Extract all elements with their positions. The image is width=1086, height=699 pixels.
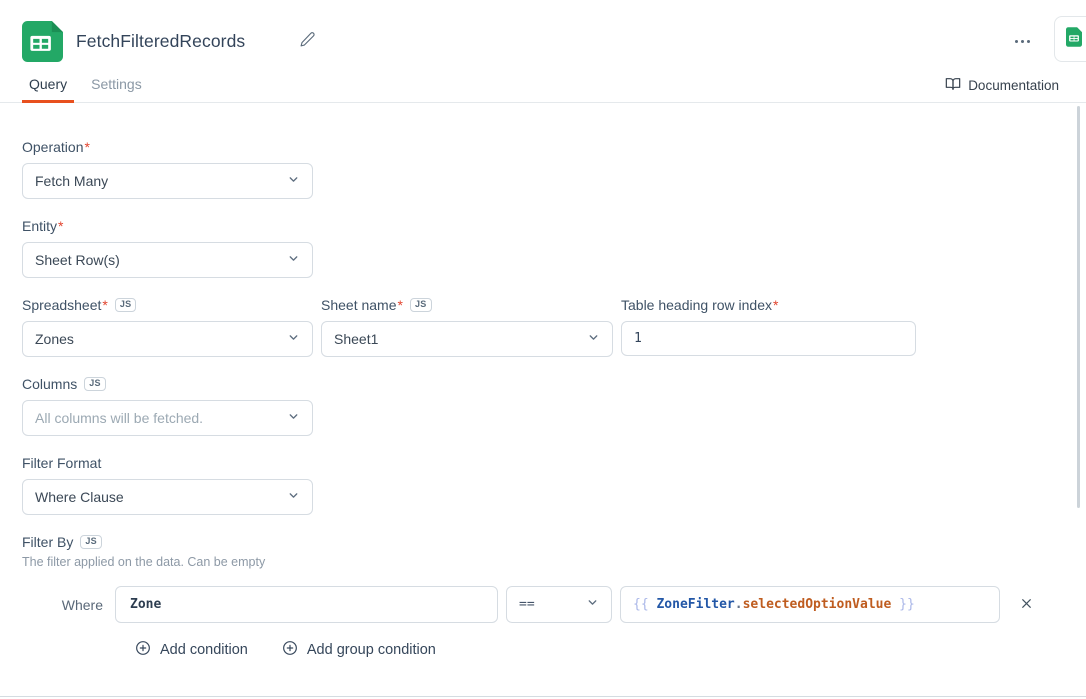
field-entity: Entity* Sheet Row(s) <box>22 218 1064 278</box>
kebab-menu-icon <box>1015 40 1018 43</box>
operation-select[interactable]: Fetch Many <box>22 163 313 199</box>
plus-circle-icon <box>135 640 151 660</box>
google-sheets-small-icon <box>1066 27 1082 52</box>
field-spreadsheet: Spreadsheet* JS Zones <box>22 297 313 357</box>
add-condition-button[interactable]: Add condition <box>135 640 248 660</box>
filter-column-input[interactable] <box>115 586 498 623</box>
selected-value: == <box>519 597 535 612</box>
datasource-card[interactable] <box>1054 16 1086 62</box>
js-toggle-badge[interactable]: JS <box>84 377 106 391</box>
sheet-name-label: Sheet name* JS <box>321 297 613 313</box>
pencil-icon <box>299 31 316 51</box>
operation-label: Operation* <box>22 139 1064 155</box>
columns-placeholder: All columns will be fetched. <box>35 410 203 426</box>
vertical-scrollbar[interactable] <box>1077 106 1080 508</box>
field-filter-by: Filter By JS The filter applied on the d… <box>22 534 1064 660</box>
field-columns: Columns JS All columns will be fetched. <box>22 376 1064 436</box>
code-property-token: selectedOptionValue <box>743 597 892 612</box>
code-object-token: ZoneFilter <box>656 597 734 612</box>
add-group-condition-label: Add group condition <box>307 642 436 658</box>
add-group-condition-button[interactable]: Add group condition <box>282 640 436 660</box>
selected-value: Sheet Row(s) <box>35 252 120 268</box>
entity-label: Entity* <box>22 218 1064 234</box>
required-asterisk: * <box>398 297 403 313</box>
panel-bottom-divider <box>0 696 1086 697</box>
required-asterisk: * <box>773 297 778 313</box>
chevron-down-icon <box>287 410 300 426</box>
where-label: Where <box>22 597 103 613</box>
documentation-label: Documentation <box>968 78 1059 93</box>
editor-tabs: Query Settings Documentation <box>0 74 1086 103</box>
close-icon <box>1020 597 1033 613</box>
query-form: Operation* Fetch Many Entity* Sheet Row(… <box>0 103 1086 660</box>
rename-query-button[interactable] <box>297 29 318 53</box>
query-options-button[interactable] <box>1013 34 1032 49</box>
condition-actions: Add condition Add group condition <box>22 640 1064 660</box>
field-operation: Operation* Fetch Many <box>22 139 1064 199</box>
heading-row-index-input[interactable] <box>621 321 916 356</box>
query-title: FetchFilteredRecords <box>76 31 245 52</box>
code-close-braces: }} <box>891 597 914 612</box>
remove-condition-button[interactable] <box>1017 594 1036 616</box>
heading-row-index-label: Table heading row index* <box>621 297 916 313</box>
sheet-config-row: Spreadsheet* JS Zones Sheet name* JS She… <box>22 297 1064 357</box>
google-sheets-icon <box>22 21 63 62</box>
field-filter-format: Filter Format Where Clause <box>22 455 1064 515</box>
chevron-down-icon <box>287 252 300 268</box>
js-toggle-badge[interactable]: JS <box>410 298 432 312</box>
js-toggle-badge[interactable]: JS <box>80 535 102 549</box>
columns-label: Columns JS <box>22 376 1064 392</box>
selected-value: Sheet1 <box>334 331 378 347</box>
filter-by-helper-text: The filter applied on the data. Can be e… <box>22 555 1064 569</box>
filter-format-select[interactable]: Where Clause <box>22 479 313 515</box>
field-sheet-name: Sheet name* JS Sheet1 <box>321 297 613 357</box>
query-editor-panel: FetchFilteredRecords <box>0 0 1086 699</box>
add-condition-label: Add condition <box>160 642 248 658</box>
code-separator-token: . <box>735 597 743 612</box>
documentation-link[interactable]: Documentation <box>945 76 1059 95</box>
required-asterisk: * <box>84 139 89 155</box>
chevron-down-icon <box>287 331 300 347</box>
chevron-down-icon <box>587 331 600 347</box>
filter-format-label: Filter Format <box>22 455 1064 471</box>
required-asterisk: * <box>58 218 63 234</box>
selected-value: Where Clause <box>35 489 124 505</box>
sheet-name-select[interactable]: Sheet1 <box>321 321 613 357</box>
plus-circle-icon <box>282 640 298 660</box>
spreadsheet-select[interactable]: Zones <box>22 321 313 357</box>
chevron-down-icon <box>586 596 599 613</box>
spreadsheet-label: Spreadsheet* JS <box>22 297 313 313</box>
book-icon <box>945 76 961 95</box>
filter-operator-select[interactable]: == <box>506 586 612 623</box>
filter-by-label: Filter By JS <box>22 534 1064 550</box>
code-open-braces: {{ <box>633 597 656 612</box>
selected-value: Zones <box>35 331 74 347</box>
js-toggle-badge[interactable]: JS <box>115 298 137 312</box>
tab-query[interactable]: Query <box>22 76 74 102</box>
filter-condition-row: Where == {{ ZoneFilter.selectedOptionVal… <box>22 586 1064 623</box>
field-heading-row-index: Table heading row index* <box>621 297 916 357</box>
chevron-down-icon <box>287 489 300 505</box>
chevron-down-icon <box>287 173 300 189</box>
query-header: FetchFilteredRecords <box>0 0 1086 62</box>
entity-select[interactable]: Sheet Row(s) <box>22 242 313 278</box>
columns-select[interactable]: All columns will be fetched. <box>22 400 313 436</box>
required-asterisk: * <box>102 297 107 313</box>
filter-value-code-input[interactable]: {{ ZoneFilter.selectedOptionValue }} <box>620 586 1000 623</box>
tab-settings[interactable]: Settings <box>84 76 149 102</box>
selected-value: Fetch Many <box>35 173 108 189</box>
